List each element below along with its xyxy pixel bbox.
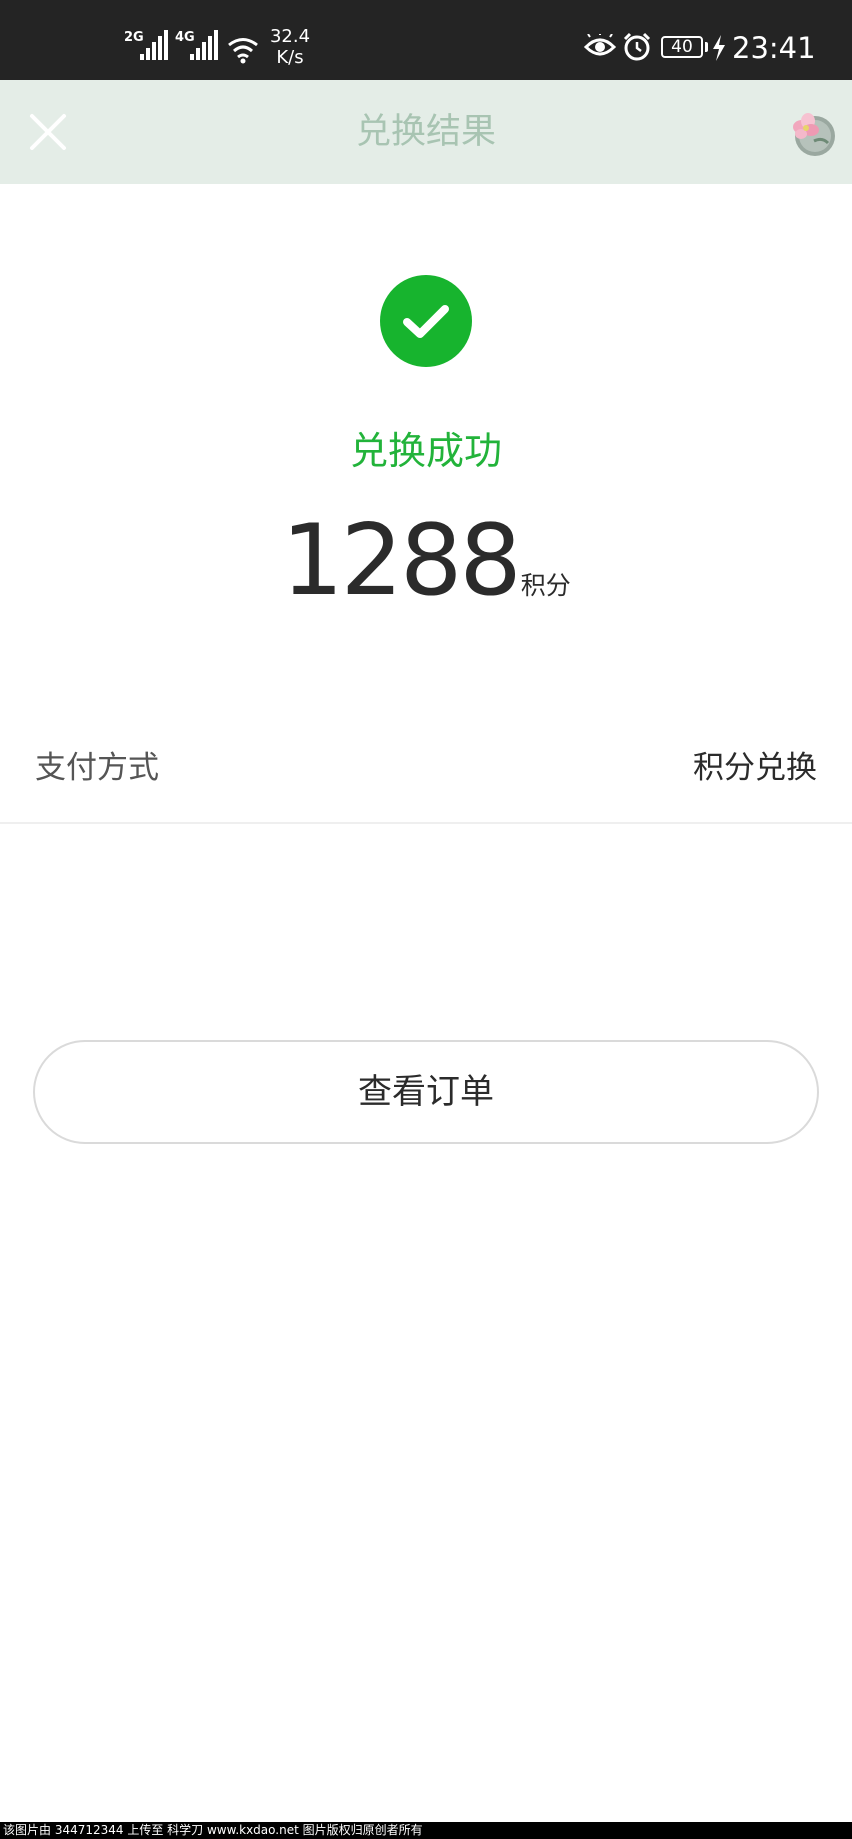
page-title: 兑换结果 <box>355 112 496 152</box>
network-speed-value: 32.4 <box>269 26 311 47</box>
payment-method-value: 积分兑换 <box>693 750 817 786</box>
battery-tip <box>705 42 708 52</box>
wifi-icon <box>228 38 258 64</box>
watermark-text: 该图片由 344712344 上传至 科学刀 www.kxdao.net 图片版… <box>0 1822 852 1839</box>
nav-bar: 兑换结果 <box>0 80 852 184</box>
network-speed: 32.4 K/s <box>265 26 315 68</box>
points-value: 1288 <box>281 504 521 618</box>
points-amount: 1288积分 <box>0 506 852 616</box>
success-check-icon <box>380 275 472 367</box>
payment-method-row: 支付方式 积分兑换 <box>0 718 852 824</box>
eye-icon <box>584 34 616 56</box>
result-status-text: 兑换成功 <box>349 429 502 473</box>
signal-icon <box>140 30 168 60</box>
exchange-result-screen: 2G 4G 32.4 K/s 40 23:41 兑换结果 兑换成功 1288积分… <box>0 0 852 1839</box>
points-unit: 积分 <box>520 571 571 600</box>
alarm-icon <box>623 32 651 61</box>
charging-icon <box>713 35 725 61</box>
flower-avatar-icon[interactable] <box>784 107 838 161</box>
status-bar: 2G 4G 32.4 K/s 40 23:41 <box>0 0 852 80</box>
payment-method-label: 支付方式 <box>35 750 159 786</box>
network-speed-unit: K/s <box>276 47 304 68</box>
clock-time: 23:41 <box>732 31 816 65</box>
signal-icon <box>190 30 218 60</box>
battery-indicator: 40 <box>661 36 703 58</box>
view-order-button[interactable]: 查看订单 <box>33 1040 819 1144</box>
